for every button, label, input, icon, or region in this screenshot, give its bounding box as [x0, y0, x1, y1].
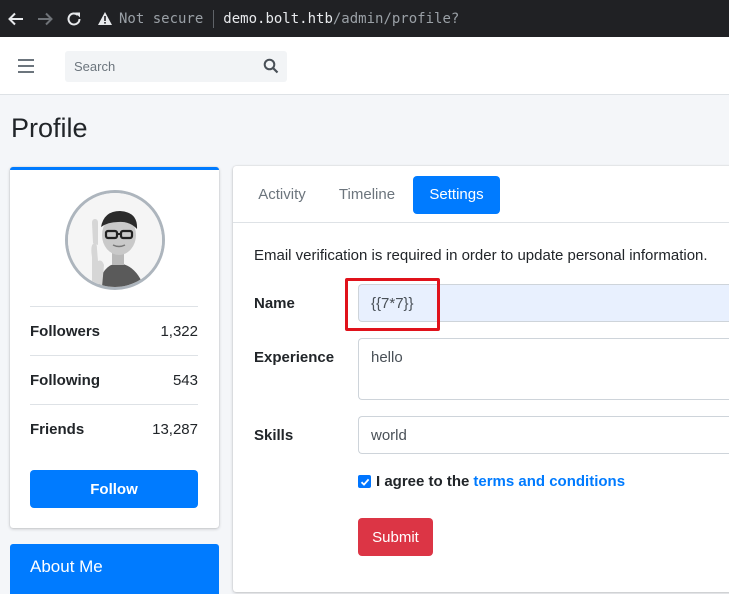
url-divider: [213, 9, 215, 28]
stat-friends: Friends 13,287: [30, 404, 198, 453]
agree-text: I agree to the: [376, 473, 470, 490]
stat-value: 543: [172, 371, 198, 389]
hamburger-menu-icon[interactable]: [18, 59, 34, 73]
address-bar[interactable]: demo.bolt.htb/admin/profile?: [223, 11, 459, 27]
name-label: Name: [254, 295, 295, 312]
security-label: Not secure: [119, 10, 204, 27]
stat-label: Followers: [30, 322, 101, 340]
follow-button[interactable]: Follow: [30, 470, 198, 508]
skills-field[interactable]: [358, 416, 729, 454]
app-navbar: [0, 37, 729, 95]
experience-label: Experience: [254, 349, 335, 366]
reload-icon: [67, 11, 81, 25]
terms-agreement: I agree to the terms and conditions: [358, 473, 625, 490]
about-me-card: About Me: [10, 544, 219, 594]
stat-value: 13,287: [152, 420, 198, 438]
experience-field[interactable]: hello: [358, 338, 729, 400]
user-photo: [68, 193, 162, 287]
avatar: [65, 190, 165, 290]
about-me-title: About Me: [30, 557, 103, 576]
profile-card: Followers 1,322 Following 543 Friends 13…: [10, 167, 219, 528]
checkbox-check-icon: [360, 478, 369, 486]
search-icon[interactable]: [263, 58, 279, 74]
verification-notice: Email verification is required in order …: [254, 247, 708, 264]
page-title: Profile: [11, 113, 88, 143]
stat-label: Friends: [30, 420, 85, 438]
browser-toolbar: Not secure demo.bolt.htb/admin/profile?: [0, 0, 729, 37]
back-arrow-icon: [8, 12, 23, 25]
reload-button[interactable]: [61, 6, 87, 32]
stat-following: Following 543: [30, 355, 198, 404]
tab-timeline[interactable]: Timeline: [329, 176, 405, 214]
forward-button[interactable]: [32, 6, 58, 32]
stat-followers: Followers 1,322: [30, 306, 198, 355]
tab-activity[interactable]: Activity: [246, 176, 318, 214]
settings-card: Activity Timeline Settings Email verific…: [233, 166, 729, 592]
name-field[interactable]: [358, 284, 729, 322]
skills-label: Skills: [254, 427, 294, 444]
stat-value: 1,322: [160, 322, 198, 340]
forward-arrow-icon: [38, 12, 53, 25]
search-box: [65, 51, 287, 82]
search-input[interactable]: [65, 51, 250, 82]
submit-button[interactable]: Submit: [358, 518, 433, 556]
tab-bar: Activity Timeline Settings: [233, 166, 729, 223]
back-button[interactable]: [3, 6, 29, 32]
security-indicator[interactable]: Not secure: [97, 11, 203, 27]
url-path: /admin/profile?: [332, 10, 460, 27]
terms-link[interactable]: terms and conditions: [473, 473, 625, 490]
url-host: demo.bolt.htb: [223, 10, 333, 27]
terms-checkbox[interactable]: [358, 475, 371, 488]
warning-icon: [98, 12, 112, 25]
stat-label: Following: [30, 371, 100, 389]
tab-settings[interactable]: Settings: [413, 176, 500, 214]
